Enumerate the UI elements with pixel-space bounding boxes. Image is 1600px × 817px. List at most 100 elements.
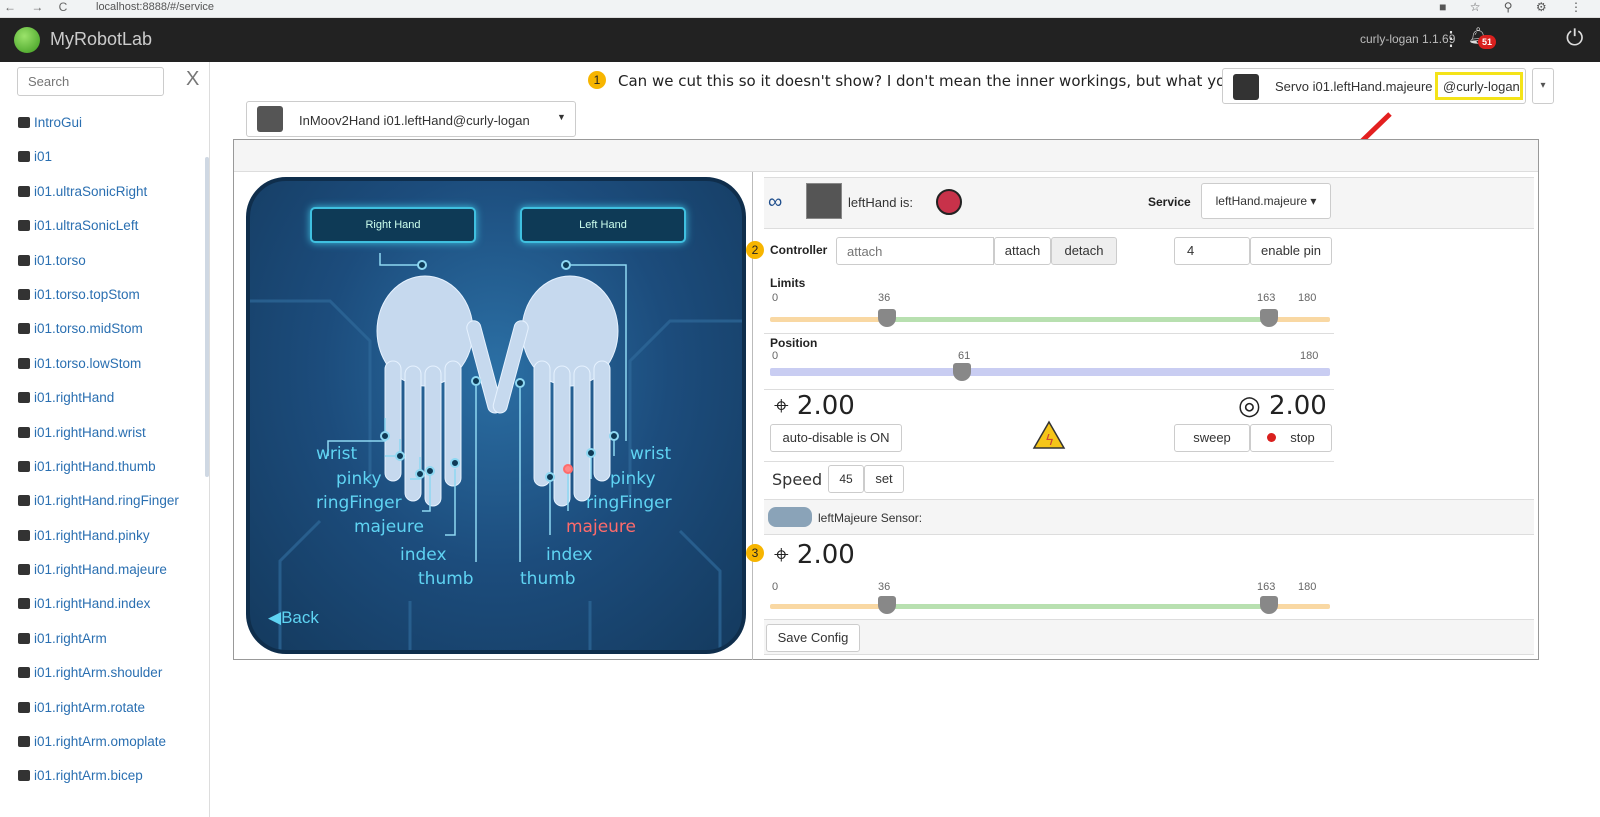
- right-majeure-label[interactable]: majeure: [354, 517, 424, 537]
- status-indicator: [936, 189, 962, 215]
- link-icon: ∞: [768, 191, 783, 213]
- service-icon: [18, 598, 30, 610]
- service-icon: [18, 667, 30, 679]
- list-item[interactable]: i01.rightArm: [0, 622, 205, 656]
- left-majeure-label[interactable]: majeure: [566, 517, 636, 537]
- service-dropdown[interactable]: leftHand.majeure ▾: [1201, 183, 1331, 219]
- list-item[interactable]: i01.rightHand.wrist: [0, 416, 205, 450]
- limit-low: 36: [878, 292, 891, 304]
- service-icon: [18, 460, 30, 472]
- limit-low-handle[interactable]: [878, 309, 896, 327]
- sensor-limit-high-handle[interactable]: [1260, 596, 1278, 614]
- list-item[interactable]: i01.ultraSonicLeft: [0, 209, 205, 243]
- list-item[interactable]: i01.torso: [0, 244, 205, 278]
- limits-label: Limits: [770, 276, 806, 290]
- list-item[interactable]: i01.rightHand.index: [0, 587, 205, 621]
- position-track[interactable]: [770, 368, 1330, 376]
- controller-input[interactable]: [836, 237, 994, 265]
- service-icon: [18, 701, 30, 713]
- sensor-position: ⌖ 2.00: [774, 540, 855, 570]
- list-item[interactable]: i01.rightArm.shoulder: [0, 656, 205, 690]
- app-brand[interactable]: MyRobotLab: [50, 29, 152, 50]
- list-item[interactable]: i01.ultraSonicRight: [0, 175, 205, 209]
- right-ringfinger-label[interactable]: ringFinger: [316, 493, 402, 513]
- service-panel: Right Hand Left Hand wrist pinky ringFin…: [233, 139, 1539, 660]
- list-item[interactable]: i01.rightHand: [0, 381, 205, 415]
- list-item[interactable]: i01.rightArm.bicep: [0, 759, 205, 793]
- list-item[interactable]: i01.rightArm.omoplate: [0, 725, 205, 759]
- stop-button[interactable]: stop: [1250, 424, 1332, 452]
- service-icon: [18, 254, 30, 266]
- annotation-text: Can we cut this so it doesn't show? I do…: [618, 72, 1271, 90]
- limit-high: 163: [1257, 292, 1276, 304]
- left-wrist-label[interactable]: wrist: [630, 444, 671, 464]
- right-pinky-label[interactable]: pinky: [336, 469, 382, 489]
- annotation-marker-2: 2: [746, 241, 764, 259]
- list-item[interactable]: i01.rightHand.pinky: [0, 519, 205, 553]
- back-button[interactable]: ◀Back: [268, 608, 319, 628]
- position-handle[interactable]: [953, 363, 971, 381]
- browser-nav-icons[interactable]: ← → C: [4, 0, 73, 14]
- svg-text:ϟ: ϟ: [1045, 433, 1054, 449]
- tab-left-hand[interactable]: Left Hand: [520, 207, 686, 243]
- kebab-menu-icon[interactable]: ⋮: [1441, 26, 1461, 51]
- position-min: 0: [772, 350, 779, 362]
- notification-badge[interactable]: 51: [1478, 35, 1497, 49]
- detach-button[interactable]: detach: [1051, 237, 1117, 265]
- list-item[interactable]: i01: [0, 140, 205, 174]
- list-item[interactable]: IntroGui: [0, 106, 205, 140]
- service-icon: [18, 392, 30, 404]
- right-index-label[interactable]: index: [400, 545, 447, 565]
- service-selector[interactable]: Servo i01.leftHand.majeure @curly-logan: [1222, 68, 1526, 104]
- service-icon: [18, 288, 30, 300]
- list-item[interactable]: i01.rightArm.rotate: [0, 691, 205, 725]
- annotation-marker-1: 1: [588, 71, 606, 89]
- clear-search-icon[interactable]: X: [186, 68, 199, 91]
- service-icon: [18, 151, 30, 163]
- speed-input[interactable]: 45: [828, 465, 864, 493]
- sweep-button[interactable]: sweep: [1174, 424, 1250, 452]
- service-list: IntroGui i01 i01.ultraSonicRight i01.ult…: [0, 106, 205, 794]
- list-item[interactable]: i01.rightHand.thumb: [0, 450, 205, 484]
- annotation-marker-3: 3: [746, 544, 764, 562]
- attach-button[interactable]: attach: [994, 237, 1051, 265]
- power-icon[interactable]: ⏻: [1566, 25, 1583, 51]
- list-item[interactable]: i01.torso.lowStom: [0, 347, 205, 381]
- left-pinky-label[interactable]: pinky: [610, 469, 656, 489]
- chevron-down-icon[interactable]: ▾: [1532, 68, 1554, 104]
- service-sidebar: X IntroGui i01 i01.ultraSonicRight i01.u…: [0, 62, 210, 817]
- list-item[interactable]: i01.rightHand.ringFinger: [0, 484, 205, 518]
- save-config-button[interactable]: Save Config: [766, 624, 860, 652]
- service-icon: [18, 426, 30, 438]
- auto-disable-button[interactable]: auto-disable is ON: [770, 424, 902, 452]
- sidebar-scrollbar[interactable]: [205, 157, 209, 477]
- left-thumb-label[interactable]: thumb: [520, 569, 576, 589]
- left-index-label[interactable]: index: [546, 545, 593, 565]
- app-navbar: MyRobotLab curly-logan 1.1.69 ⋮ 🔔︎ 51 ⏻: [0, 18, 1600, 62]
- address-bar[interactable]: localhost:8888/#/service: [96, 1, 214, 13]
- right-wrist-label[interactable]: wrist: [316, 444, 357, 464]
- limit-high-handle[interactable]: [1260, 309, 1278, 327]
- service-label: Service: [1148, 195, 1191, 209]
- sensor-limit-max: 180: [1298, 581, 1317, 593]
- left-ringfinger-label[interactable]: ringFinger: [586, 493, 672, 513]
- pin-input[interactable]: 4: [1174, 237, 1250, 265]
- service-icon: [18, 220, 30, 232]
- sensor-limits-range: [882, 604, 1270, 609]
- limits-range: [882, 317, 1270, 322]
- speed-set-button[interactable]: set: [864, 465, 904, 493]
- hand-graphic-drawing: [250, 253, 742, 650]
- hand-service-selector[interactable]: InMoov2Hand i01.leftHand@curly-logan ▼: [246, 101, 576, 137]
- list-item[interactable]: i01.torso.topStom: [0, 278, 205, 312]
- browser-extension-icons[interactable]: ■ ☆ ⚲ ⚙ ⋮: [1439, 0, 1592, 14]
- list-item[interactable]: i01.rightHand.majeure: [0, 553, 205, 587]
- list-item[interactable]: i01.torso.midStom: [0, 312, 205, 346]
- browser-toolbar: ← → C localhost:8888/#/service ■ ☆ ⚲ ⚙ ⋮: [0, 0, 1600, 18]
- tab-right-hand[interactable]: Right Hand: [310, 207, 476, 243]
- enable-pin-button[interactable]: enable pin: [1250, 237, 1332, 265]
- controller-label: Controller: [770, 243, 828, 257]
- right-thumb-label[interactable]: thumb: [418, 569, 474, 589]
- search-input[interactable]: [17, 67, 164, 96]
- service-icon: [18, 357, 30, 369]
- sensor-limit-low-handle[interactable]: [878, 596, 896, 614]
